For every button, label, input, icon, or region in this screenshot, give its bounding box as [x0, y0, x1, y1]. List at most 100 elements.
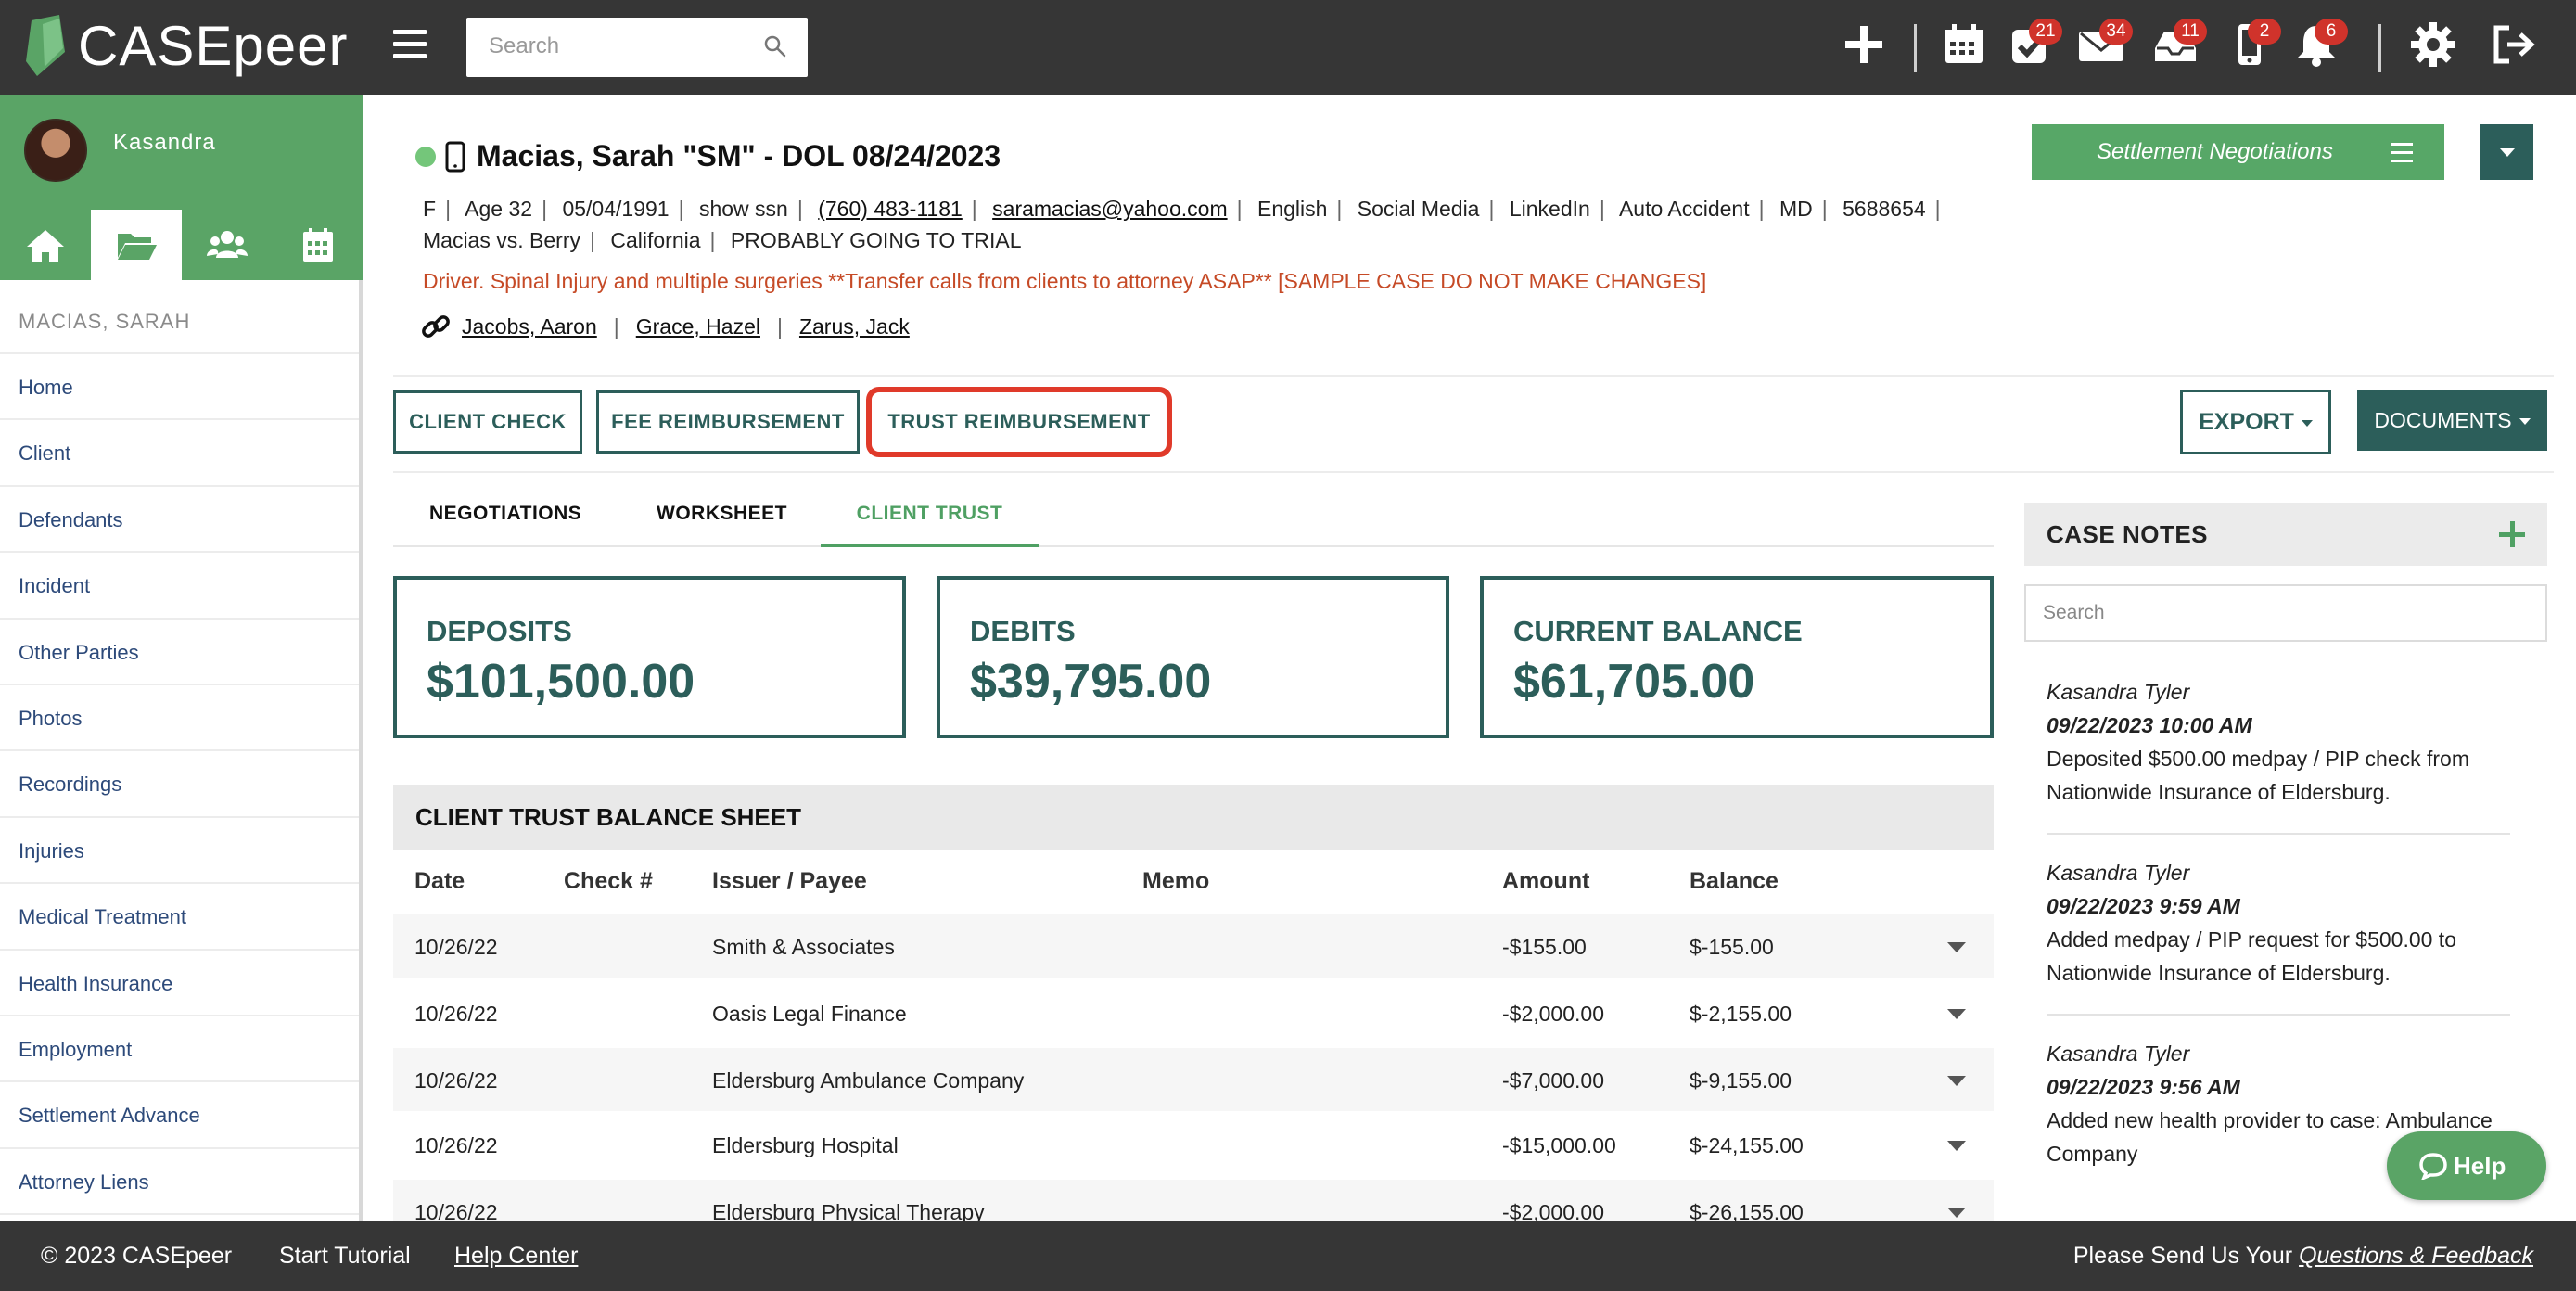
case-note[interactable]: Kasandra Tyler 09/22/2023 10:00 AM Depos… [2047, 675, 2510, 809]
global-search-input[interactable] [466, 18, 745, 75]
help-center-link[interactable]: Help Center [454, 1221, 578, 1291]
related-contact-link[interactable]: Zarus, Jack [799, 314, 910, 339]
sidebar-tab-cases[interactable] [91, 210, 182, 280]
related-contact-link[interactable]: Jacobs, Aaron [462, 314, 597, 339]
divider [2047, 1014, 2510, 1016]
case-caption: Macias vs. Berry [423, 228, 580, 252]
case-number: 5688654 [1843, 197, 1926, 221]
logout-icon[interactable] [2489, 20, 2541, 74]
row-actions-caret-icon[interactable] [1947, 1141, 1966, 1151]
row-payee: Smith & Associates [712, 935, 895, 959]
calendar-icon[interactable] [1940, 20, 1992, 74]
case-notes-search-input[interactable] [2026, 586, 2545, 640]
documents-label: DOCUMENTS [2374, 408, 2512, 432]
main-menu-button[interactable] [393, 30, 427, 63]
tasks-icon[interactable]: 21 [2007, 19, 2062, 74]
case-info-line-2: Macias vs. Berry | California | PROBABLY G… [423, 228, 1022, 252]
note-author: Kasandra Tyler [2047, 680, 2190, 704]
sidebar-item-medical-treatment[interactable]: Medical Treatment [0, 884, 359, 951]
sidebar-tab-home[interactable] [0, 210, 91, 280]
row-actions-caret-icon[interactable] [1947, 942, 1966, 952]
add-icon[interactable] [1840, 20, 1892, 74]
related-contact-link[interactable]: Grace, Hazel [636, 314, 760, 339]
notifications-count-badge: 6 [2315, 19, 2348, 45]
sidebar-item-settlement-advance[interactable]: Settlement Advance [0, 1082, 359, 1149]
sidebar-item-home[interactable]: Home [0, 354, 359, 421]
sidebar-item-defendants[interactable]: Defendants [0, 487, 359, 554]
row-actions-caret-icon[interactable] [1947, 1208, 1966, 1218]
case-stage-dropdown[interactable]: Settlement Negotiations [2032, 124, 2444, 180]
phone-icon[interactable]: 2 [2225, 19, 2281, 74]
case-alert-note: Driver. Spinal Injury and multiple surge… [423, 269, 1707, 293]
client-check-button[interactable]: CLIENT CHECK [393, 390, 582, 454]
row-amount: -$15,000.00 [1502, 1133, 1616, 1157]
caret-down-icon [2301, 419, 2313, 427]
search-icon[interactable] [763, 34, 787, 58]
client-email-link[interactable]: saramacias@yahoo.com [992, 197, 1227, 221]
sidebar-item-injuries[interactable]: Injuries [0, 818, 359, 885]
inbox-icon[interactable]: 11 [2151, 19, 2207, 74]
documents-dropdown-button[interactable]: DOCUMENTS [2357, 390, 2547, 451]
client-age: Age 32 [465, 197, 533, 221]
row-actions-caret-icon[interactable] [1947, 1076, 1966, 1086]
mobile-phone-icon [445, 141, 465, 173]
mail-icon[interactable]: 34 [2077, 19, 2133, 74]
people-icon [207, 231, 248, 258]
divider [393, 471, 2554, 473]
column-header-date: Date [414, 868, 465, 894]
user-name[interactable]: Kasandra [113, 130, 216, 156]
sidebar-item-attorney-liens[interactable]: Attorney Liens [0, 1149, 359, 1216]
tab-negotiations[interactable]: NEGOTIATIONS [429, 482, 581, 545]
case-note[interactable]: Kasandra Tyler 09/22/2023 9:59 AM Added … [2047, 856, 2510, 990]
debits-card: DEBITS $39,795.00 [937, 576, 1449, 738]
note-author: Kasandra Tyler [2047, 1042, 2190, 1066]
phone-count-badge: 2 [2248, 19, 2281, 45]
feedback-link[interactable]: Questions & Feedback [2299, 1243, 2533, 1269]
help-button[interactable]: Help [2387, 1131, 2546, 1200]
row-date: 10/26/22 [414, 935, 498, 959]
case-notes-header: CASE NOTES [2024, 503, 2547, 566]
debits-label: DEBITS [970, 615, 1076, 647]
sidebar-tab-contacts[interactable] [182, 210, 273, 280]
bell-icon[interactable]: 6 [2292, 19, 2348, 74]
tab-worksheet[interactable]: WORKSHEET [657, 482, 787, 545]
column-header-memo: Memo [1142, 868, 1210, 894]
show-ssn-link[interactable]: show ssn [699, 197, 788, 221]
case-type: Auto Accident [1618, 197, 1750, 221]
casepeer-logo[interactable]: CASEpeer [24, 13, 348, 78]
client-language: English [1256, 197, 1328, 221]
note-body: Deposited $500.00 medpay / PIP check fro… [2047, 747, 2470, 804]
sidebar-item-other-parties[interactable]: Other Parties [0, 620, 359, 685]
client-phone-link[interactable]: (760) 483-1181 [818, 197, 963, 221]
fee-reimbursement-button[interactable]: FEE REIMBURSEMENT [596, 390, 860, 454]
calendar-icon [303, 228, 333, 262]
tab-client-trust[interactable]: CLIENT TRUST [821, 482, 1039, 547]
sidebar-item-recordings[interactable]: Recordings [0, 751, 359, 818]
feedback-prompt: Please Send Us Your Questions & Feedback [2073, 1221, 2533, 1291]
sidebar-item-incident[interactable]: Incident [0, 553, 359, 620]
deposits-value: $101,500.00 [427, 655, 695, 709]
row-amount: -$7,000.00 [1502, 1068, 1604, 1093]
logo-text: CASEpeer [78, 14, 349, 77]
case-state: California [610, 228, 701, 252]
sidebar-item-photos[interactable]: Photos [0, 685, 359, 752]
start-tutorial-link[interactable]: Start Tutorial [279, 1221, 411, 1291]
row-actions-caret-icon[interactable] [1947, 1009, 1966, 1019]
stage-options-toggle[interactable] [2480, 124, 2533, 180]
column-header-check: Check # [564, 868, 653, 894]
sidebar-item-health-insurance[interactable]: Health Insurance [0, 951, 359, 1016]
sidebar-tabs [0, 210, 363, 280]
sidebar-item-client[interactable]: Client [0, 420, 359, 487]
footer: © 2023 CASEpeer Start Tutorial Help Cent… [0, 1221, 2576, 1291]
attorney-initials: MD [1779, 197, 1813, 221]
note-timestamp: 09/22/2023 10:00 AM [2047, 713, 2252, 737]
gear-icon[interactable] [2409, 20, 2461, 74]
add-note-plus-icon[interactable] [2499, 521, 2525, 547]
row-date: 10/26/22 [414, 1133, 498, 1157]
trust-reimbursement-button[interactable]: TRUST REIMBURSEMENT [872, 390, 1167, 454]
current-balance-label: CURRENT BALANCE [1513, 615, 1803, 647]
export-dropdown-button[interactable]: EXPORT [2180, 390, 2331, 454]
sidebar-tab-calendar[interactable] [273, 210, 363, 280]
sidebar-item-employment[interactable]: Employment [0, 1016, 359, 1083]
avatar[interactable] [24, 119, 87, 182]
